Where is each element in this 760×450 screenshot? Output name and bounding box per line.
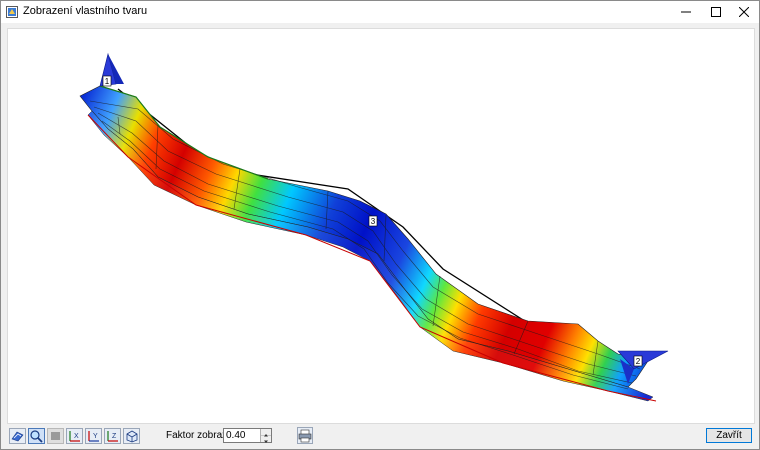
view-model-icon	[11, 431, 24, 442]
maximize-button[interactable]	[701, 1, 731, 23]
svg-text:Y: Y	[93, 433, 98, 440]
minimize-button[interactable]	[671, 1, 701, 23]
zoom-button[interactable]	[28, 428, 45, 444]
print-icon	[298, 429, 312, 443]
view-3d-button[interactable]	[123, 428, 140, 444]
view-xz-button[interactable]: X	[66, 428, 83, 444]
chevron-down-icon	[264, 440, 268, 443]
svg-text:2: 2	[636, 357, 641, 366]
close-icon	[739, 7, 749, 17]
svg-text:X: X	[74, 433, 79, 440]
factor-input[interactable]	[226, 429, 260, 442]
view-yz-button[interactable]: Z	[104, 428, 121, 444]
view-xy-icon: Y	[88, 431, 99, 442]
view-xz-icon: X	[69, 431, 80, 442]
svg-text:1: 1	[105, 77, 110, 86]
print-button[interactable]	[297, 427, 313, 444]
view-yz-icon: Z	[107, 431, 118, 442]
node-label-1: 1	[102, 75, 112, 87]
window-title: Zobrazení vlastního tvaru	[23, 5, 148, 17]
view-model-button[interactable]	[9, 428, 26, 444]
close-button[interactable]: Zavřít	[706, 428, 752, 443]
node-label-3: 3	[368, 215, 378, 227]
deformed-ribbon	[79, 85, 649, 388]
mode-shape-plot[interactable]: 1 3 2	[8, 29, 754, 423]
dialog-window: Zobrazení vlastního tvaru 1 3 2 X Y Z Fa…	[0, 0, 760, 450]
view-3d-icon	[126, 430, 138, 443]
spin-up-button[interactable]	[261, 429, 271, 437]
title-bar: Zobrazení vlastního tvaru	[1, 1, 759, 23]
svg-text:Z: Z	[112, 433, 117, 440]
app-icon	[6, 6, 18, 18]
spin-down-button[interactable]	[261, 436, 271, 443]
fill-icon	[51, 432, 60, 440]
factor-stepper[interactable]	[223, 428, 272, 443]
view-xy-button[interactable]: Y	[85, 428, 102, 444]
minimize-icon	[681, 11, 691, 13]
svg-text:3: 3	[371, 217, 376, 226]
zoom-icon	[30, 430, 43, 443]
node-label-2: 2	[633, 355, 643, 367]
fill-button[interactable]	[47, 428, 64, 444]
mode-shape-view[interactable]: 1 3 2	[7, 28, 755, 424]
factor-spinner[interactable]	[260, 429, 271, 443]
maximize-icon	[711, 7, 721, 17]
close-window-button[interactable]	[729, 1, 759, 23]
